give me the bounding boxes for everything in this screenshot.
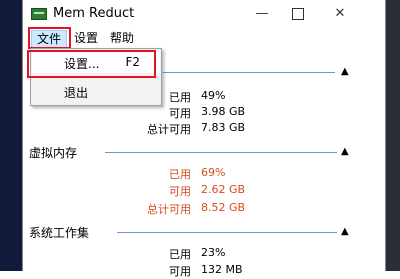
label: 可用 [169, 107, 191, 120]
list-item: 3.98 GB 可用 [23, 105, 367, 121]
mem-reduct-window: Mem Reduct — ✕ 文件 设置 帮助 ▲ 49% 已用 3.98 GB… [22, 0, 386, 278]
highlight-box-settings-item [27, 50, 156, 78]
title-bar[interactable]: Mem Reduct — ✕ [23, 0, 385, 28]
value: 23% [201, 246, 226, 259]
list-item: 8.52 GB 总计可用 [23, 201, 367, 217]
desktop-edge-left [0, 0, 22, 271]
desktop-edge-right [386, 0, 400, 271]
menu-item-label: 退出 [64, 86, 89, 100]
list-item: 69% 已用 [23, 166, 367, 182]
value: 3.98 GB [201, 105, 246, 118]
value: 69% [201, 166, 226, 179]
minimize-icon: — [255, 6, 269, 21]
highlight-box-file-menu [28, 27, 71, 49]
value: 2.62 GB [201, 183, 246, 196]
memory-chip-icon [31, 8, 47, 20]
window-title: Mem Reduct [53, 6, 135, 21]
value: 132 MB [201, 263, 243, 276]
label: 总计可用 [147, 123, 191, 136]
menu-bar: 文件 设置 帮助 [23, 28, 385, 48]
group-title-virtual-memory: 虚拟内存 [29, 146, 78, 160]
label: 可用 [169, 265, 191, 278]
menu-item-exit[interactable]: 退出 [32, 80, 160, 102]
chevron-up-icon[interactable]: ▲ [341, 146, 349, 157]
close-button[interactable]: ✕ [329, 4, 351, 24]
close-icon: ✕ [334, 6, 346, 21]
label: 已用 [169, 91, 191, 104]
value: 8.52 GB [201, 201, 246, 214]
group-divider [105, 152, 337, 153]
list-item: 23% 已用 [23, 246, 367, 262]
label: 总计可用 [147, 203, 191, 216]
value: 7.83 GB [201, 121, 246, 134]
group-title-system-working-set: 系统工作集 [29, 226, 90, 240]
maximize-button[interactable] [287, 4, 309, 24]
chevron-up-icon[interactable]: ▲ [341, 226, 349, 237]
label: 已用 [169, 248, 191, 261]
minimize-button[interactable]: — [251, 4, 273, 24]
label: 已用 [169, 168, 191, 181]
list-item: 2.62 GB 可用 [23, 183, 367, 199]
menu-help[interactable]: 帮助 [105, 30, 139, 46]
label: 可用 [169, 185, 191, 198]
maximize-icon [292, 7, 304, 20]
menu-settings[interactable]: 设置 [69, 30, 103, 46]
chevron-up-icon[interactable]: ▲ [341, 66, 349, 77]
list-item: 7.83 GB 总计可用 [23, 121, 367, 137]
group-divider [163, 72, 335, 73]
list-item: 132 MB 可用 [23, 263, 367, 279]
group-divider [117, 232, 337, 233]
value: 49% [201, 89, 226, 102]
